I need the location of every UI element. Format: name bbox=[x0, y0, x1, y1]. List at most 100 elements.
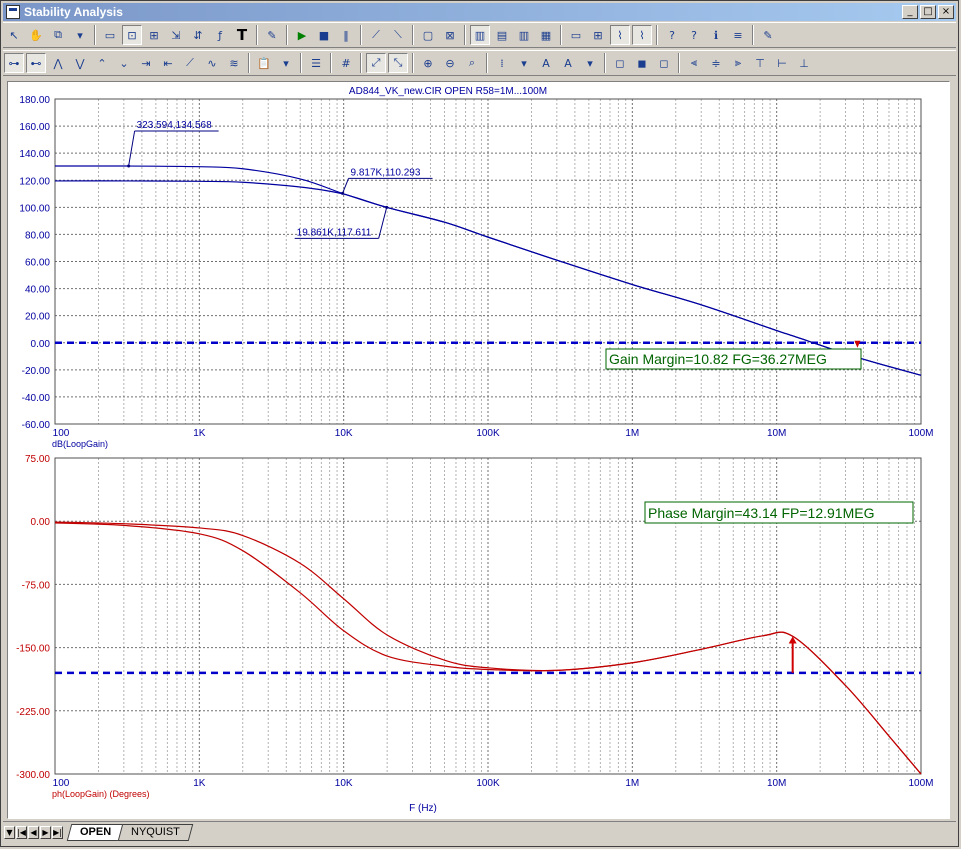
wave2-icon[interactable]: ≋ bbox=[224, 53, 244, 73]
edit-icon[interactable]: ✎ bbox=[758, 25, 778, 45]
plot-area[interactable]: 180.00 160.00 140.00 120.00 100.00 80.00 60.00… bbox=[7, 81, 950, 819]
shape2-icon[interactable]: ◼ bbox=[632, 53, 652, 73]
next-icon[interactable]: ⇥ bbox=[136, 53, 156, 73]
dropdown-icon[interactable]: ▾ bbox=[70, 25, 90, 45]
chart-title: AD844_VK_new.CIR OPEN R58=1M...100M bbox=[349, 86, 547, 97]
gain-margin-label: Gain Margin=10.82 FG=36.27MEG bbox=[609, 351, 827, 367]
frame-icon[interactable]: ▢ bbox=[418, 25, 438, 45]
text-icon[interactable]: T bbox=[232, 25, 252, 45]
x-tick-label: 1M bbox=[625, 428, 639, 439]
h-grid-icon[interactable]: ⊞ bbox=[588, 25, 608, 45]
prev-tab-icon[interactable]: ◀ bbox=[28, 825, 39, 839]
dropdown-icon[interactable]: ▾ bbox=[580, 53, 600, 73]
dropdown-icon[interactable]: ▾ bbox=[276, 53, 296, 73]
vertical-scrollbar[interactable] bbox=[950, 81, 958, 819]
align-right-icon[interactable]: ⫸ bbox=[728, 53, 748, 73]
y-tick-label: 60.00 bbox=[25, 258, 50, 269]
next-tab-icon[interactable]: ▶ bbox=[40, 825, 51, 839]
fit2-icon[interactable]: ⤡ bbox=[388, 53, 408, 73]
help2-icon[interactable]: ? bbox=[684, 25, 704, 45]
slope-icon[interactable]: ⟋ bbox=[180, 53, 200, 73]
font-size-icon[interactable]: A bbox=[558, 53, 578, 73]
zoom-in-icon[interactable]: ⊕ bbox=[418, 53, 438, 73]
scale-icon[interactable]: ⊡ bbox=[122, 25, 142, 45]
prev-icon[interactable]: ⇤ bbox=[158, 53, 178, 73]
list-icon[interactable]: ☰ bbox=[306, 53, 326, 73]
hand-icon[interactable]: ✋ bbox=[26, 25, 46, 45]
toolbar-separator bbox=[412, 53, 414, 73]
cursor-select-icon[interactable]: ⇲ bbox=[166, 25, 186, 45]
align-middle-icon[interactable]: ⊢ bbox=[772, 53, 792, 73]
function-icon[interactable]: ƒ bbox=[210, 25, 230, 45]
tab-nyquist[interactable]: NYQUIST bbox=[117, 823, 194, 841]
x-tick-label: 100K bbox=[476, 428, 500, 439]
high-icon[interactable]: ⌃ bbox=[92, 53, 112, 73]
plot-icon[interactable]: ⌇ bbox=[610, 25, 630, 45]
copy-icon[interactable]: ⧉ bbox=[48, 25, 68, 45]
align-bottom-icon[interactable]: ⊥ bbox=[794, 53, 814, 73]
close-button[interactable]: × bbox=[938, 5, 954, 19]
maximize-button[interactable]: □ bbox=[920, 5, 936, 19]
numbers-icon[interactable]: # bbox=[336, 53, 356, 73]
stability-analysis-window: Stability Analysis _ □ × ↖ ✋ ⧉ ▾ ▭ ⊡ ⊞ ⇲ ⇵ ƒ T ✎ ▶ ■ ‖… bbox=[0, 0, 959, 847]
toolbar-separator bbox=[360, 25, 362, 45]
toolbar-cursor: ⊶ ⊷ ⋀ ⋁ ⌃ ⌄ ⇥ ⇤ ⟋ ∿ ≋ 📋 ▾ ☰ # ⤢ ⤡ ⊕ ⊖ ⌕ ⁞ ▾ A A ▾ ◻ ◼ ◻ ⫷ ≑ ⫸ ⊤ ⊢ ⊥ bbox=[3, 50, 956, 76]
align-top-icon[interactable]: ⊤ bbox=[750, 53, 770, 73]
toolbar-separator bbox=[604, 53, 606, 73]
minimize-button[interactable]: _ bbox=[902, 5, 918, 19]
toolbar-separator bbox=[678, 53, 680, 73]
image-icon[interactable]: ▭ bbox=[100, 25, 120, 45]
font-icon[interactable]: A bbox=[536, 53, 556, 73]
shape-icon[interactable]: ◻ bbox=[610, 53, 630, 73]
layout3-icon[interactable]: ▥ bbox=[514, 25, 534, 45]
zoom-region-icon[interactable]: ⌕ bbox=[462, 53, 482, 73]
properties-icon[interactable]: ✎ bbox=[262, 25, 282, 45]
pause-icon[interactable]: ‖ bbox=[336, 25, 356, 45]
stop-icon[interactable]: ■ bbox=[314, 25, 334, 45]
info-icon[interactable]: ℹ bbox=[706, 25, 726, 45]
toolbar-separator bbox=[486, 53, 488, 73]
run-icon[interactable]: ▶ bbox=[292, 25, 312, 45]
app-icon bbox=[6, 5, 20, 19]
wave-icon[interactable]: ∿ bbox=[202, 53, 222, 73]
cursor-move-icon[interactable]: ⇵ bbox=[188, 25, 208, 45]
phase-margin-label: Phase Margin=43.14 FP=12.91MEG bbox=[648, 505, 874, 521]
grid-icon[interactable]: ⊠ bbox=[440, 25, 460, 45]
window-title: Stability Analysis bbox=[24, 5, 123, 19]
y-axis-label: dB(LoopGain) bbox=[52, 439, 108, 449]
stack-icon[interactable]: ≡ bbox=[728, 25, 748, 45]
pointer-icon[interactable]: ↖ bbox=[4, 25, 24, 45]
shape3-icon[interactable]: ◻ bbox=[654, 53, 674, 73]
layout2-icon[interactable]: ▤ bbox=[492, 25, 512, 45]
peak-icon[interactable]: ⟋ bbox=[366, 25, 386, 45]
cursor-h2-icon[interactable]: ⊷ bbox=[26, 53, 46, 73]
zoom-fit-icon[interactable]: ⊞ bbox=[144, 25, 164, 45]
y-tick-label: 0.00 bbox=[31, 517, 51, 528]
last-tab-icon[interactable]: ▶| bbox=[52, 825, 63, 839]
fit-icon[interactable]: ⤢ bbox=[366, 53, 386, 73]
x-tick-label: 100M bbox=[908, 428, 933, 439]
scroll-down-icon[interactable]: ▼ bbox=[4, 825, 15, 839]
toolbar-separator bbox=[248, 53, 250, 73]
y-tick-label: 80.00 bbox=[25, 230, 50, 241]
zoom-out-icon[interactable]: ⊖ bbox=[440, 53, 460, 73]
h-line-icon[interactable]: ▭ bbox=[566, 25, 586, 45]
peak-find-icon[interactable]: ⋀ bbox=[48, 53, 68, 73]
layout1-icon[interactable]: ▥ bbox=[470, 25, 490, 45]
low-icon[interactable]: ⌄ bbox=[114, 53, 134, 73]
grid-dots-icon[interactable]: ⁞ bbox=[492, 53, 512, 73]
align-left-icon[interactable]: ⫷ bbox=[684, 53, 704, 73]
plot-canvas[interactable]: 180.00 160.00 140.00 120.00 100.00 80.00 60.00… bbox=[8, 82, 949, 818]
dropdown-icon[interactable]: ▾ bbox=[514, 53, 534, 73]
align-center-icon[interactable]: ≑ bbox=[706, 53, 726, 73]
tab-open[interactable]: OPEN bbox=[66, 823, 125, 841]
plot-mark-icon[interactable]: ⌇ bbox=[632, 25, 652, 45]
layout4-icon[interactable]: ▦ bbox=[536, 25, 556, 45]
first-tab-icon[interactable]: |◀ bbox=[16, 825, 27, 839]
help-icon[interactable]: ? bbox=[662, 25, 682, 45]
valley-icon[interactable]: ⟍ bbox=[388, 25, 408, 45]
x-tick-label: 100 bbox=[53, 778, 70, 789]
clipboard-icon[interactable]: 📋 bbox=[254, 53, 274, 73]
valley-find-icon[interactable]: ⋁ bbox=[70, 53, 90, 73]
cursor-h-icon[interactable]: ⊶ bbox=[4, 53, 24, 73]
